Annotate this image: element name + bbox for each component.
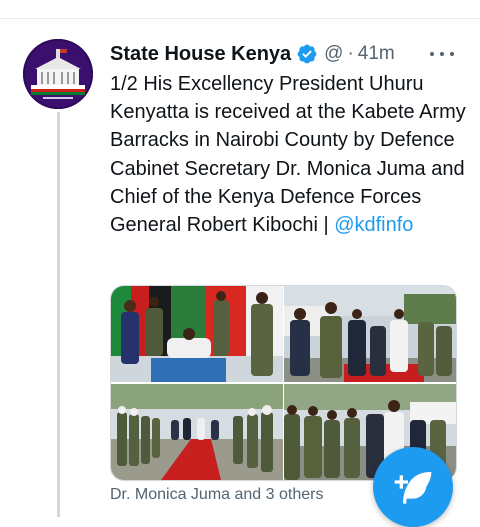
timestamp[interactable]: 41m xyxy=(358,43,395,65)
avatar[interactable] xyxy=(23,39,93,109)
tagged-people[interactable]: Dr. Monica Juma and 3 others xyxy=(110,486,323,504)
compose-tweet-icon xyxy=(394,471,432,504)
photo-1[interactable] xyxy=(111,286,283,382)
tweet-header: State House Kenya @ · 41m xyxy=(110,41,395,67)
photo-2[interactable] xyxy=(284,286,456,382)
author-name[interactable]: State House Kenya xyxy=(110,43,291,66)
compose-button[interactable] xyxy=(373,447,453,527)
tweet-text: 1/2 His Excellency President Uhuru Kenya… xyxy=(110,70,470,239)
thread-line xyxy=(57,112,60,517)
state-house-logo xyxy=(23,39,93,109)
author-handle[interactable]: @ xyxy=(324,43,343,65)
verified-badge-icon xyxy=(296,43,318,65)
top-divider xyxy=(0,0,480,19)
tweet-body: 1/2 His Excellency President Uhuru Kenya… xyxy=(110,73,466,237)
header-separator: · xyxy=(347,43,354,64)
mention-link[interactable]: @kdfinfo xyxy=(334,214,413,236)
more-options-icon[interactable] xyxy=(430,44,454,64)
photo-3[interactable] xyxy=(111,384,283,480)
